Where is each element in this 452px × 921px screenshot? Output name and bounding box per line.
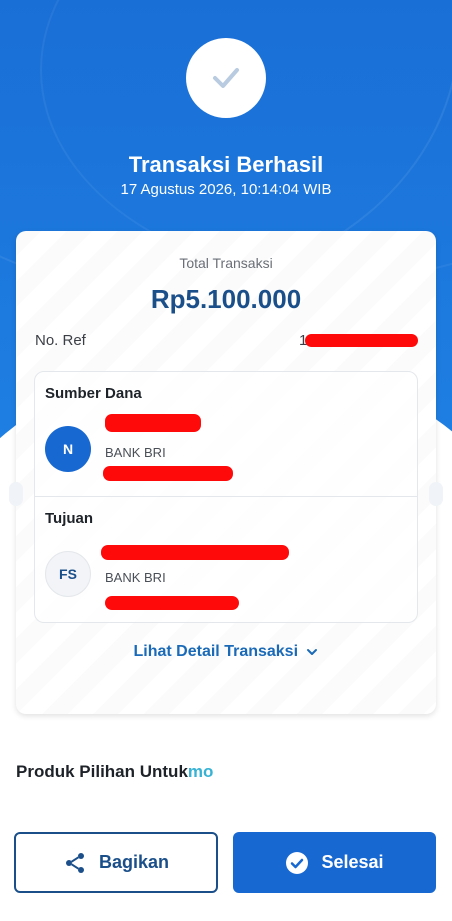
receipt-card: Total Transaksi Rp5.100.000 No. Ref 1 Su… — [16, 231, 436, 714]
source-of-funds-section: Sumber Dana N BANK BRI — [34, 371, 418, 497]
transaction-datetime: 17 Agustus 2026, 10:14:04 WIB — [120, 181, 332, 198]
redaction-source-name — [105, 414, 201, 432]
destination-title: Tujuan — [45, 510, 94, 527]
avatar-initial: FS — [59, 566, 77, 582]
chevron-down-icon — [307, 648, 318, 655]
ref-label: No. Ref — [35, 332, 86, 349]
success-badge — [186, 38, 266, 118]
source-bank: BANK BRI — [105, 445, 166, 460]
share-label: Bagikan — [98, 852, 170, 872]
share-button[interactable]: Bagikan — [14, 832, 218, 893]
bottom-action-bar: Bagikan Selesai — [0, 808, 452, 921]
product-recommendation-heading: Produk Pilihan Untukmo — [16, 762, 213, 782]
avatar: FS — [45, 551, 91, 597]
avatar-initial: N — [62, 441, 74, 457]
card-notch-right — [429, 482, 443, 506]
share-icon — [65, 852, 84, 873]
page-title: Transaksi Berhasil — [128, 152, 324, 177]
detail-link-label: Lihat Detail Transaksi — [133, 643, 299, 660]
redaction-ref — [305, 334, 418, 347]
check-icon — [213, 68, 239, 88]
redaction-destination-account — [105, 596, 239, 610]
done-label: Selesai — [321, 852, 384, 872]
brand-logo-mo: mo — [187, 762, 214, 781]
redaction-destination-name — [101, 545, 289, 560]
total-amount: Rp5.100.000 — [150, 284, 302, 314]
view-transaction-detail-link[interactable]: Lihat Detail Transaksi — [16, 643, 436, 661]
avatar: N — [45, 426, 91, 472]
destination-section: Tujuan FS BANK BRI — [34, 497, 418, 623]
product-heading-label: Produk Pilihan Untuk — [16, 762, 188, 781]
redaction-source-account — [103, 466, 233, 481]
card-notch-left — [9, 482, 23, 506]
total-label: Total Transaksi — [179, 255, 273, 271]
destination-bank: BANK BRI — [105, 570, 166, 585]
source-title: Sumber Dana — [45, 385, 142, 402]
done-button[interactable]: Selesai — [233, 832, 436, 893]
check-circle-icon — [286, 851, 309, 874]
